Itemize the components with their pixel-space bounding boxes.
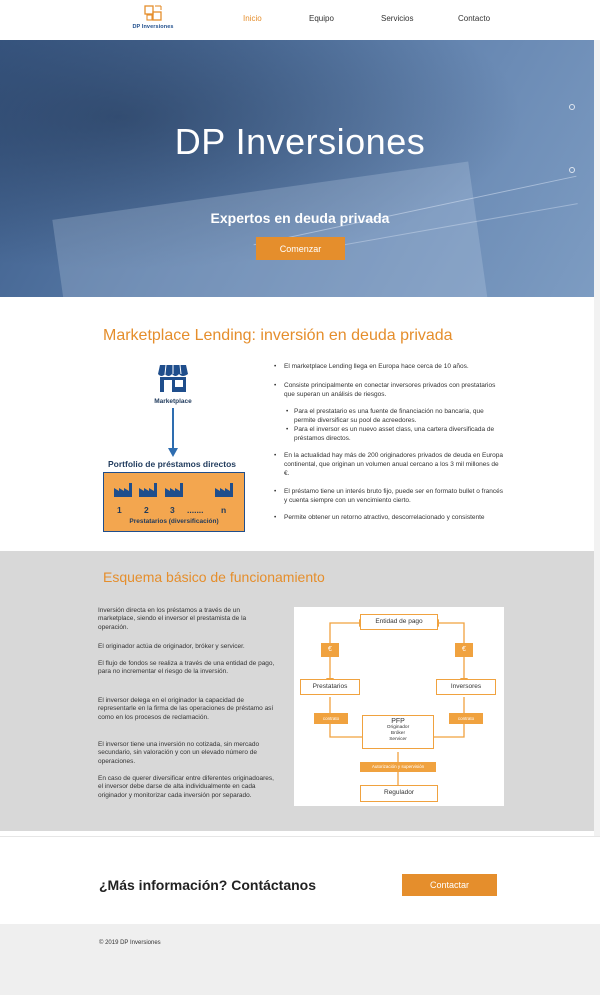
hero-subtitle: Expertos en deuda privada xyxy=(210,210,390,226)
inversores-box: Inversores xyxy=(436,679,496,695)
bullet-item: • Para el prestatario es una fuente de fi… xyxy=(286,408,484,424)
portfolio-box: 1 2 3 ....... n Prestatarios (diversific… xyxy=(103,472,245,532)
esquema-section-title: Esquema básico de funcionamiento xyxy=(103,569,325,585)
hero-title: DP Inversiones xyxy=(174,121,426,162)
prestatarios-box: Prestatarios xyxy=(300,679,360,695)
bullet-item: • Para el inversor es un nuevo asset clas… xyxy=(286,426,495,442)
factory-icon xyxy=(165,483,183,497)
bullet-item: • Consiste principalmente en conectar inv… xyxy=(274,382,496,398)
slide-dot[interactable] xyxy=(569,104,575,110)
esquema-paragraph: En caso de querer diversificar entre dif… xyxy=(98,775,274,799)
nav-equipo[interactable]: Equipo xyxy=(309,14,334,23)
contrato-badge: contrato xyxy=(449,713,483,724)
esquema-paragraph: El inversor tiene una inversión no cotiz… xyxy=(98,741,260,765)
copyright-text: © 2019 DP Inversiones xyxy=(99,940,161,946)
esquema-paragraph: El originador actúa de originador, bróke… xyxy=(98,643,245,650)
portfolio-title: Portfolio de préstamos directos xyxy=(108,459,236,469)
portfolio-number: n xyxy=(221,505,227,515)
factory-icon xyxy=(114,483,132,497)
section-divider xyxy=(0,836,600,837)
pfp-line: Servicer xyxy=(389,736,407,742)
contact-title: ¿Más información? Contáctanos xyxy=(99,877,317,893)
pfp-box: PFP Originador Bróker Servicer xyxy=(362,715,434,749)
store-icon xyxy=(158,364,188,392)
portfolio-number: 2 xyxy=(144,505,149,515)
scrollbar[interactable] xyxy=(594,40,600,837)
esquema-diagram: Entidad de pago € € Prestatarios Inverso… xyxy=(294,607,504,806)
marketplace-section-title: Marketplace Lending: inversión en deuda … xyxy=(103,327,453,344)
arrow-down-icon xyxy=(168,408,178,457)
contactar-button[interactable]: Contactar xyxy=(402,874,497,896)
bullet-item: • El préstamo tiene un interés bruto fijo… xyxy=(274,488,503,504)
slide-dot[interactable] xyxy=(569,167,575,173)
site-header: DP Inversiones Inicio Equipo Servicios C… xyxy=(0,0,600,40)
entidad-de-pago-box: Entidad de pago xyxy=(360,614,438,630)
esquema-paragraph: El inversor delega en el originador la c… xyxy=(98,697,274,721)
bullet-item: • Permite obtener un retorno atractivo, d… xyxy=(274,514,485,521)
bullet-item: • En la actualidad hay más de 200 origina… xyxy=(274,452,503,477)
esquema-paragraph: Inversión directa en los préstamos a tra… xyxy=(98,607,247,631)
portfolio-number: 3 xyxy=(170,505,175,515)
comenzar-button[interactable]: Comenzar xyxy=(256,237,345,260)
logo-text: DP Inversiones xyxy=(132,24,174,30)
pfp-title: PFP xyxy=(391,718,405,725)
contrato-badge: contrato xyxy=(314,713,348,724)
autorizacion-badge: Autorización y supervisión xyxy=(360,762,436,772)
factory-icon xyxy=(215,483,233,497)
portfolio-number: ....... xyxy=(187,505,204,515)
factory-icon xyxy=(139,483,157,497)
euro-badge: € xyxy=(455,643,473,657)
logo[interactable]: DP Inversiones xyxy=(131,4,175,36)
nav-servicios[interactable]: Servicios xyxy=(381,14,413,23)
site-footer: © 2019 DP Inversiones xyxy=(0,924,600,995)
portfolio-caption: Prestatarios (diversificación) xyxy=(129,518,219,525)
hero-section: DP Inversiones Expertos en deuda privada… xyxy=(0,40,594,297)
esquema-paragraph: El flujo de fondos se realiza a través d… xyxy=(98,660,275,676)
marketplace-label: Marketplace xyxy=(154,398,192,405)
euro-badge: € xyxy=(321,643,339,657)
nav-contacto[interactable]: Contacto xyxy=(458,14,490,23)
bullet-item: • El marketplace Lending llega en Europa … xyxy=(274,363,469,370)
nav-inicio[interactable]: Inicio xyxy=(243,14,262,23)
regulador-box: Regulador xyxy=(360,785,438,802)
diagram-connectors xyxy=(326,619,468,791)
portfolio-number: 1 xyxy=(117,505,122,515)
logo-icon xyxy=(144,5,162,21)
